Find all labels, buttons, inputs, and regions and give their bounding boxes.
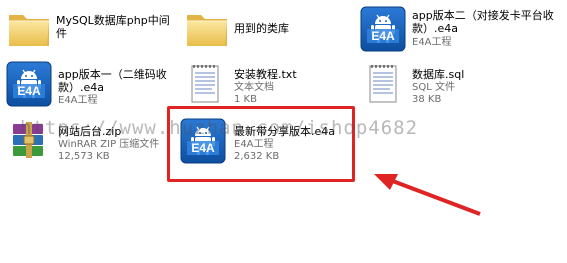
file-explorer-view: { "files": [ {"key":"mysql","type":"fold… bbox=[0, 0, 567, 263]
sql-document-icon bbox=[360, 61, 406, 107]
file-size: 12,573 KB bbox=[58, 151, 110, 162]
e4a-project-icon bbox=[360, 6, 406, 52]
file-size: 1 KB bbox=[234, 94, 257, 105]
file-name: app版本一（二维码收款）.e4a bbox=[58, 68, 167, 94]
file-name: 安装教程.txt bbox=[234, 68, 297, 81]
file-type: E4A工程 bbox=[412, 37, 452, 48]
text-document-icon bbox=[182, 61, 228, 107]
file-name: MySQL数据库php中间件 bbox=[56, 14, 170, 40]
file-name: app版本二（对接发卡平台收款）.e4a bbox=[412, 9, 554, 35]
e4a-project-icon bbox=[6, 61, 52, 107]
folder-icon bbox=[184, 6, 230, 52]
red-arrow-icon bbox=[374, 174, 481, 216]
file-name: 数据库.sql bbox=[412, 68, 465, 81]
file-size: 38 KB bbox=[412, 94, 442, 105]
file-name: 用到的类库 bbox=[234, 22, 289, 35]
file-type: E4A工程 bbox=[58, 95, 98, 106]
watermark-text: https://www.huzhan.com/ishop4682 bbox=[20, 117, 419, 139]
folder-icon bbox=[6, 6, 52, 52]
